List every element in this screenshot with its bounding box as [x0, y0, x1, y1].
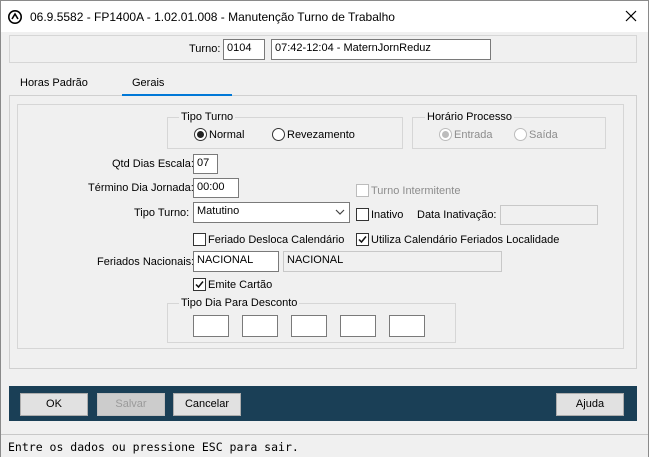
radio-saida-label: Saída	[529, 129, 558, 141]
feriado-desloca-label: Feriado Desloca Calendário	[208, 234, 345, 246]
tipo-dia-desconto-title: Tipo Dia Para Desconto	[179, 297, 300, 309]
utiliza-calendario-label: Utiliza Calendário Feriados Localidade	[371, 234, 560, 246]
tab-horas-padrao[interactable]: Horas Padrão	[20, 77, 88, 97]
chevron-down-icon	[335, 209, 345, 215]
checkmark-icon	[195, 281, 204, 289]
tipo-turno-select-value: Matutino	[197, 205, 240, 217]
salvar-button[interactable]: Salvar	[97, 393, 165, 416]
dialog-window: 06.9.5582 - FP1400A - 1.02.01.008 - Manu…	[0, 0, 649, 457]
radio-entrada-label: Entrada	[454, 129, 493, 141]
turno-intermitente-label: Turno Intermitente	[371, 185, 461, 197]
radio-entrada[interactable]	[439, 128, 452, 141]
tipo-turno-select-label: Tipo Turno:	[134, 207, 190, 219]
horario-processo-title: Horário Processo	[425, 111, 514, 123]
emite-cartao-label: Emite Cartão	[208, 279, 273, 291]
status-bar: Entre os dados ou pressione ESC para sai…	[1, 434, 648, 457]
radio-normal[interactable]	[194, 128, 207, 141]
tipo-turno-select[interactable]: Matutino	[193, 202, 350, 223]
ajuda-button[interactable]: Ajuda	[556, 393, 624, 416]
tipo-turno-title: Tipo Turno	[179, 111, 236, 123]
turno-code-field[interactable]: 0104	[223, 39, 265, 60]
tipo-dia-box-1[interactable]	[193, 315, 229, 337]
radio-revezamento[interactable]	[272, 128, 285, 141]
app-logo-icon	[8, 10, 22, 24]
tipo-dia-box-5[interactable]	[389, 315, 425, 337]
inativo-checkbox[interactable]	[356, 208, 369, 221]
feriados-nacionais-desc-field: NACIONAL	[283, 251, 502, 272]
data-inativacao-label: Data Inativação:	[417, 209, 497, 221]
feriado-desloca-checkbox[interactable]	[193, 233, 206, 246]
status-text: Entre os dados ou pressione ESC para sai…	[8, 440, 299, 454]
turno-intermitente-checkbox[interactable]	[356, 184, 369, 197]
feriados-nacionais-code-field[interactable]: NACIONAL	[193, 251, 279, 272]
checkmark-icon	[358, 236, 367, 244]
qtd-dias-escala-label: Qtd Dias Escala:	[112, 158, 194, 170]
emite-cartao-checkbox[interactable]	[193, 278, 206, 291]
turno-description-field[interactable]: 07:42-12:04 - MaternJornReduz	[271, 39, 491, 60]
utiliza-calendario-checkbox[interactable]	[356, 233, 369, 246]
tipo-dia-box-4[interactable]	[340, 315, 376, 337]
tipo-dia-box-2[interactable]	[242, 315, 278, 337]
radio-revezamento-label: Revezamento	[287, 129, 355, 141]
tipo-dia-box-3[interactable]	[291, 315, 327, 337]
cancelar-button[interactable]: Cancelar	[173, 393, 241, 416]
termino-dia-jornada-label: Término Dia Jornada:	[88, 182, 194, 194]
data-inativacao-field[interactable]	[500, 205, 598, 225]
ok-button[interactable]: OK	[20, 393, 88, 416]
inativo-label: Inativo	[371, 209, 404, 221]
qtd-dias-escala-field[interactable]: 07	[193, 154, 218, 174]
feriados-nacionais-label: Feriados Nacionais:	[97, 256, 195, 268]
radio-saida[interactable]	[514, 128, 527, 141]
turno-label: Turno:	[189, 43, 221, 55]
title-bar: 06.9.5582 - FP1400A - 1.02.01.008 - Manu…	[1, 1, 648, 32]
termino-dia-jornada-field[interactable]: 00:00	[193, 178, 239, 198]
close-icon[interactable]	[623, 8, 639, 24]
radio-normal-label: Normal	[209, 129, 245, 141]
window-title: 06.9.5582 - FP1400A - 1.02.01.008 - Manu…	[30, 10, 395, 24]
